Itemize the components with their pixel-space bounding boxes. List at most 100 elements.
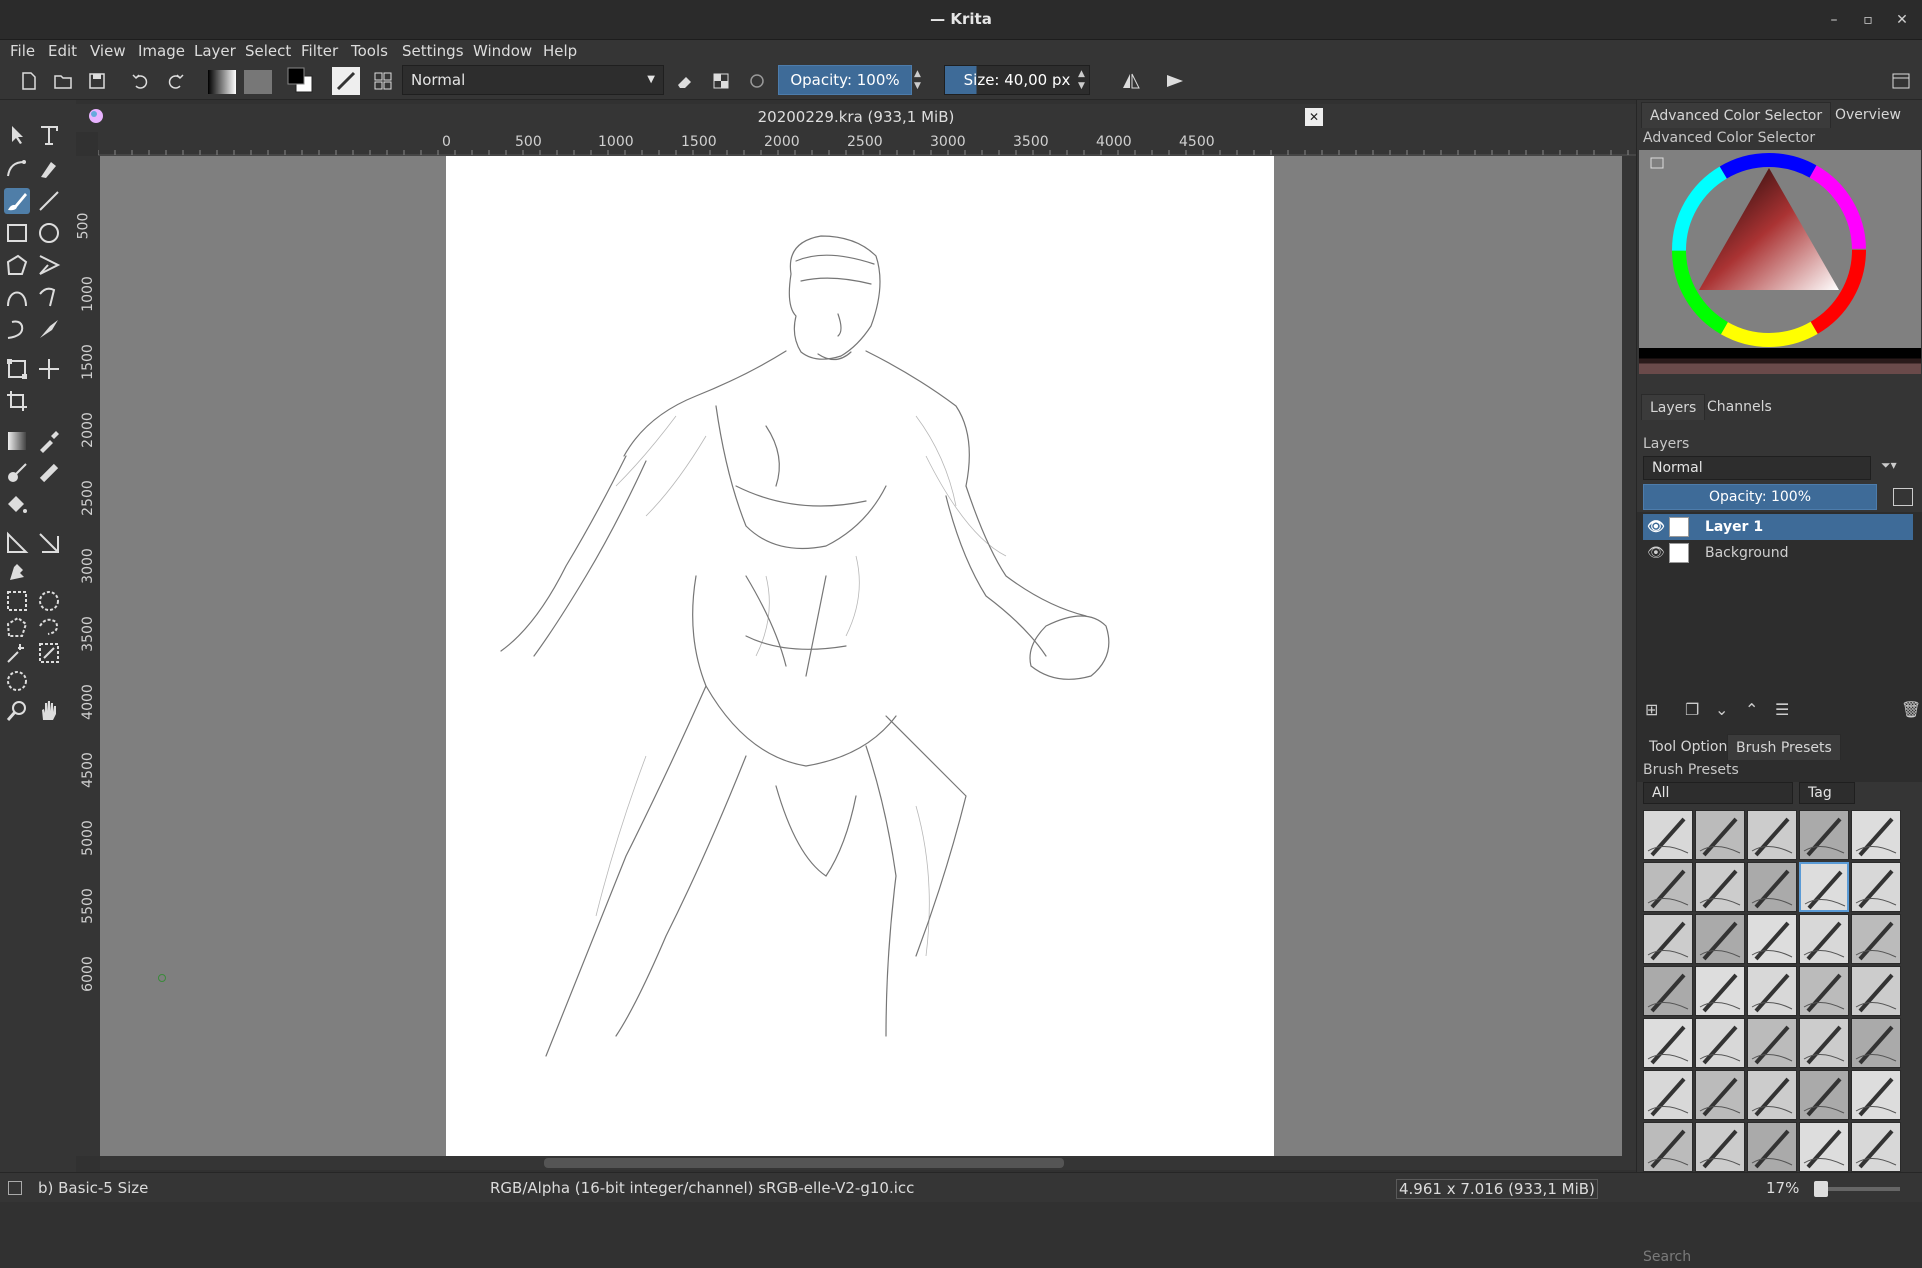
move-tool-icon[interactable]	[36, 356, 62, 382]
tab-overview[interactable]: Overview	[1827, 102, 1909, 128]
menu-settings[interactable]: Settings	[402, 40, 464, 62]
eraser-mode-icon[interactable]	[674, 70, 696, 92]
open-folder-icon[interactable]	[52, 70, 74, 92]
pan-tool-icon[interactable]	[36, 698, 62, 724]
smart-patch-tool-icon[interactable]	[36, 460, 62, 486]
menu-image[interactable]: Image	[138, 40, 185, 62]
color-selector-area[interactable]	[1639, 150, 1921, 356]
layer-row[interactable]: 👁 Background	[1643, 540, 1913, 566]
brush-preset-thumbnail[interactable]	[1695, 862, 1745, 912]
brush-preset-thumbnail[interactable]	[1851, 1070, 1901, 1120]
brush-preset-thumbnail[interactable]	[1643, 914, 1693, 964]
polygon-select-tool-icon[interactable]	[4, 614, 30, 640]
mirror-horizontal-icon[interactable]	[1120, 70, 1142, 92]
menu-tools[interactable]: Tools	[351, 40, 388, 62]
brush-preset-thumbnail[interactable]	[1643, 1122, 1693, 1172]
brush-preset-thumbnail[interactable]	[1799, 862, 1849, 912]
close-window-icon[interactable]: ✕	[1890, 8, 1914, 32]
gradient-swatch-icon[interactable]	[208, 70, 236, 94]
menu-select[interactable]: Select	[245, 40, 291, 62]
size-slider[interactable]: Size: 40,00 px	[944, 65, 1090, 95]
duplicate-layer-icon[interactable]: ❐	[1685, 700, 1699, 719]
brush-preset-thumbnail[interactable]	[1851, 966, 1901, 1016]
mirror-vertical-icon[interactable]	[1164, 70, 1186, 92]
rectangle-tool-icon[interactable]	[4, 220, 30, 246]
color-picker-tool-icon[interactable]	[36, 428, 62, 454]
brush-preset-thumbnail[interactable]	[1695, 1070, 1745, 1120]
vertical-scrollbar[interactable]	[1622, 156, 1636, 1156]
pattern-swatch-icon[interactable]	[244, 70, 272, 94]
menu-window[interactable]: Window	[473, 40, 532, 62]
brush-preset-thumbnail[interactable]	[1799, 914, 1849, 964]
docker-toggle-icon[interactable]	[1890, 70, 1912, 92]
brush-preset-thumbnail[interactable]	[1799, 1122, 1849, 1172]
size-spin-arrows-icon[interactable]: ▲ ▼	[1078, 68, 1085, 92]
reload-preset-icon[interactable]	[746, 70, 768, 92]
preserve-alpha-icon[interactable]	[710, 70, 732, 92]
brush-preset-thumbnail[interactable]	[1747, 966, 1797, 1016]
contiguous-select-tool-icon[interactable]	[4, 640, 30, 666]
ellipse-select-tool-icon[interactable]	[36, 588, 62, 614]
rect-select-tool-icon[interactable]	[4, 588, 30, 614]
zoom-slider-handle[interactable]	[1814, 1181, 1828, 1197]
layer-blend-mode-select[interactable]: Normal	[1643, 456, 1871, 480]
add-layer-icon[interactable]: ⊞	[1645, 700, 1658, 719]
brush-preset-thumbnail[interactable]	[1695, 810, 1745, 860]
brush-preset-thumbnail[interactable]	[1643, 1070, 1693, 1120]
layer-settings-icon[interactable]: ☰	[1775, 700, 1789, 719]
layer-name[interactable]: Background	[1705, 540, 1789, 566]
brush-preset-thumbnail[interactable]	[1851, 914, 1901, 964]
freehand-brush-tool-icon[interactable]	[4, 188, 30, 214]
brush-preset-thumbnail[interactable]	[1747, 1018, 1797, 1068]
crop-tool-icon[interactable]	[4, 388, 30, 414]
polygon-tool-icon[interactable]	[4, 252, 30, 278]
eye-visible-icon[interactable]: 👁	[1647, 514, 1665, 540]
gradient-tool-icon[interactable]	[4, 428, 30, 454]
dynamic-brush-tool-icon[interactable]	[4, 316, 30, 342]
brush-preset-thumbnail[interactable]	[1695, 966, 1745, 1016]
brush-preset-thumbnail[interactable]	[1851, 862, 1901, 912]
menu-file[interactable]: File	[10, 40, 35, 62]
brush-preset-thumbnail[interactable]	[1747, 810, 1797, 860]
layer-name[interactable]: Layer 1	[1705, 514, 1763, 540]
blend-mode-select[interactable]: Normal ▼	[402, 65, 664, 95]
brush-preset-thumbnail[interactable]	[1643, 1018, 1693, 1068]
horizontal-scrollbar[interactable]	[100, 1156, 1636, 1170]
bezier-select-tool-icon[interactable]	[4, 668, 30, 694]
menu-layer[interactable]: Layer	[194, 40, 236, 62]
brush-preset-thumbnail[interactable]	[1799, 966, 1849, 1016]
brush-preset-thumbnail[interactable]	[1747, 1122, 1797, 1172]
reference-images-tool-icon[interactable]	[4, 560, 30, 586]
brush-preset-thumbnail[interactable]	[1695, 914, 1745, 964]
brush-preset-thumbnail[interactable]	[1851, 1122, 1901, 1172]
brush-preset-thumbnail[interactable]	[1799, 810, 1849, 860]
brush-preset-thumbnail[interactable]	[1747, 862, 1797, 912]
brush-editor-icon[interactable]	[372, 70, 394, 92]
colorize-mask-tool-icon[interactable]	[4, 460, 30, 486]
brush-preset-thumbnail[interactable]	[1747, 1070, 1797, 1120]
document-title[interactable]: 20200229.kra (933,1 MiB)	[76, 108, 1636, 126]
ellipse-tool-icon[interactable]	[36, 220, 62, 246]
brush-preset-thumbnail[interactable]	[1851, 1018, 1901, 1068]
line-tool-icon[interactable]	[36, 188, 62, 214]
move-layer-down-icon[interactable]: ⌄	[1715, 700, 1728, 719]
multibrush-tool-icon[interactable]	[36, 316, 62, 342]
polyline-tool-icon[interactable]	[36, 252, 62, 278]
brush-preset-thumbnail[interactable]	[1747, 914, 1797, 964]
brush-preset-icon[interactable]	[332, 67, 360, 95]
close-document-icon[interactable]: ✕	[1305, 108, 1323, 126]
freehand-select-tool-icon[interactable]	[36, 614, 62, 640]
color-history-strip[interactable]	[1639, 348, 1921, 374]
brush-filter-select[interactable]: All	[1643, 782, 1793, 804]
brush-preset-thumbnail[interactable]	[1643, 966, 1693, 1016]
drawing-canvas[interactable]	[446, 156, 1274, 1156]
menu-edit[interactable]: Edit	[48, 40, 77, 62]
brush-preset-thumbnail[interactable]	[1643, 862, 1693, 912]
opacity-slider[interactable]: Opacity: 100%	[778, 65, 912, 95]
similar-select-tool-icon[interactable]	[36, 640, 62, 666]
restore-icon[interactable]: ▫	[1856, 8, 1880, 32]
assistant-tool-icon[interactable]	[36, 530, 62, 556]
bezier-curve-tool-icon[interactable]	[4, 284, 30, 310]
minimize-icon[interactable]: –	[1822, 8, 1846, 32]
fill-tool-icon[interactable]	[4, 492, 30, 518]
